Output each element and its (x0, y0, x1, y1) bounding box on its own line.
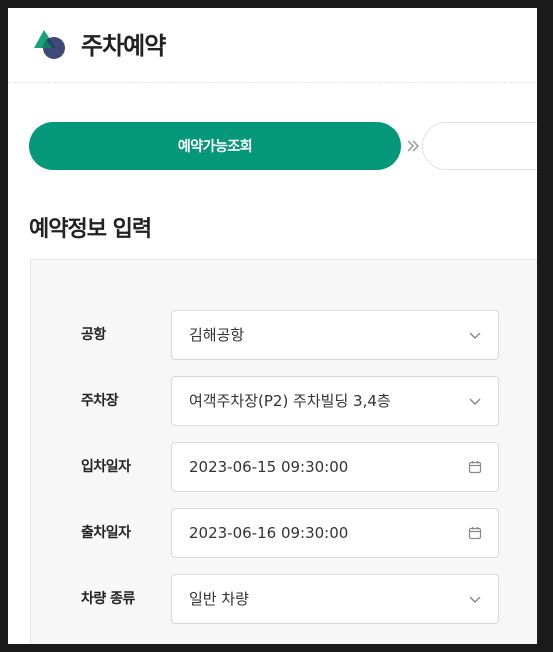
entry-date-label: 입차일자 (81, 459, 131, 475)
section-title: 예약정보 입력 (29, 217, 152, 242)
step-label: 예약가능조회 (177, 139, 253, 155)
parking-lot-select[interactable]: 여객주차장(P2) 주차빌딩 3,4층 (171, 376, 499, 426)
parking-logo-icon (34, 30, 65, 59)
chevron-down-icon (469, 332, 481, 339)
airport-value: 김해공항 (189, 326, 245, 344)
exit-date-input[interactable]: 2023-06-16 09:30:00 (171, 508, 499, 558)
step-indicator: 예약가능조회 (29, 122, 545, 170)
parking-lot-value: 여객주차장(P2) 주차빌딩 3,4층 (189, 392, 391, 410)
page: 주차예약 예약가능조회 예약정보 입력 공항 김해공항 주차장 여객주차장(P2… (8, 8, 545, 644)
form-row-vehicle-type: 차량 종류 일반 차량 (31, 574, 537, 624)
scrollbar[interactable] (537, 8, 545, 644)
step-next[interactable] (422, 122, 545, 170)
airport-select[interactable]: 김해공항 (171, 310, 499, 360)
step-availability-check[interactable]: 예약가능조회 (29, 122, 401, 170)
form-row-entry-date: 입차일자 2023-06-15 09:30:00 (31, 442, 537, 492)
vehicle-type-value: 일반 차량 (189, 590, 249, 608)
form-row-parking-lot: 주차장 여객주차장(P2) 주차빌딩 3,4층 (31, 376, 537, 426)
parking-lot-label: 주차장 (81, 393, 119, 409)
form-row-airport: 공항 김해공항 (31, 310, 537, 360)
vehicle-type-label: 차량 종류 (81, 591, 135, 607)
exit-date-value: 2023-06-16 09:30:00 (189, 524, 349, 542)
header: 주차예약 (8, 8, 537, 83)
reservation-form: 공항 김해공항 주차장 여객주차장(P2) 주차빌딩 3,4층 입차일자 202… (30, 259, 537, 644)
calendar-icon[interactable] (468, 526, 482, 540)
exit-date-label: 출차일자 (81, 525, 131, 541)
double-chevron-right-icon (407, 140, 420, 152)
app-title: 주차예약 (81, 32, 166, 60)
chevron-down-icon (469, 398, 481, 405)
entry-date-input[interactable]: 2023-06-15 09:30:00 (171, 442, 499, 492)
airport-label: 공항 (81, 327, 106, 343)
entry-date-value: 2023-06-15 09:30:00 (189, 458, 349, 476)
chevron-down-icon (469, 596, 481, 603)
calendar-icon[interactable] (468, 460, 482, 474)
vehicle-type-select[interactable]: 일반 차량 (171, 574, 499, 624)
form-row-exit-date: 출차일자 2023-06-16 09:30:00 (31, 508, 537, 558)
